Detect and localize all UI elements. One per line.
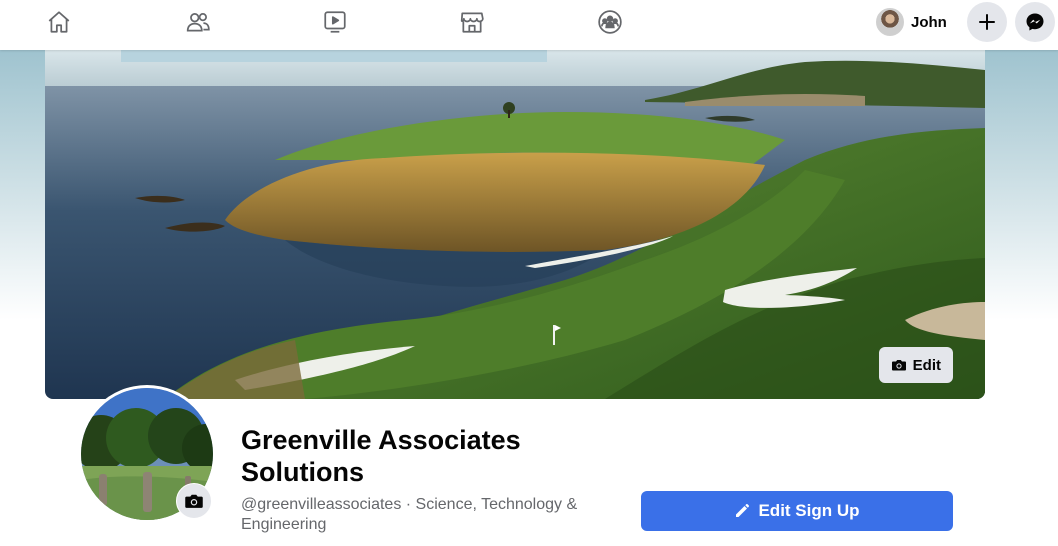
marketplace-icon[interactable]	[457, 7, 487, 37]
page-handle: @greenvilleassociates	[241, 496, 402, 513]
page-subtitle: @greenvilleassociates · Science, Technol…	[241, 495, 621, 535]
user-name: John	[911, 13, 947, 31]
friends-icon[interactable]	[183, 7, 213, 37]
top-navigation-bar: John	[0, 0, 1058, 50]
home-icon[interactable]	[44, 7, 74, 37]
update-profile-picture-button[interactable]	[176, 483, 212, 519]
camera-icon	[891, 360, 906, 371]
edit-cover-button[interactable]: Edit	[878, 347, 953, 383]
watch-icon[interactable]	[320, 7, 350, 37]
create-button[interactable]	[967, 2, 1007, 42]
messenger-icon	[1026, 13, 1044, 31]
edit-cover-label: Edit	[912, 356, 941, 374]
pencil-icon	[736, 504, 750, 517]
camera-icon	[185, 494, 203, 508]
messenger-button[interactable]	[1015, 2, 1055, 42]
plus-icon	[979, 14, 995, 30]
meta-separator: ·	[401, 496, 416, 513]
user-avatar	[876, 8, 904, 36]
cover-top-strip	[121, 50, 547, 62]
page-title-line1: Greenville Associates	[241, 425, 521, 455]
groups-icon[interactable]	[595, 7, 625, 37]
cover-image	[45, 50, 985, 399]
edit-sign-up-label: Edit Sign Up	[758, 501, 860, 520]
page-title: Greenville Associates Solutions	[241, 424, 581, 488]
page-title-line2: Solutions	[241, 457, 364, 487]
cover-photo: Edit	[45, 50, 985, 399]
profile-chip[interactable]: John	[872, 4, 957, 40]
edit-sign-up-button[interactable]: Edit Sign Up	[641, 491, 953, 531]
